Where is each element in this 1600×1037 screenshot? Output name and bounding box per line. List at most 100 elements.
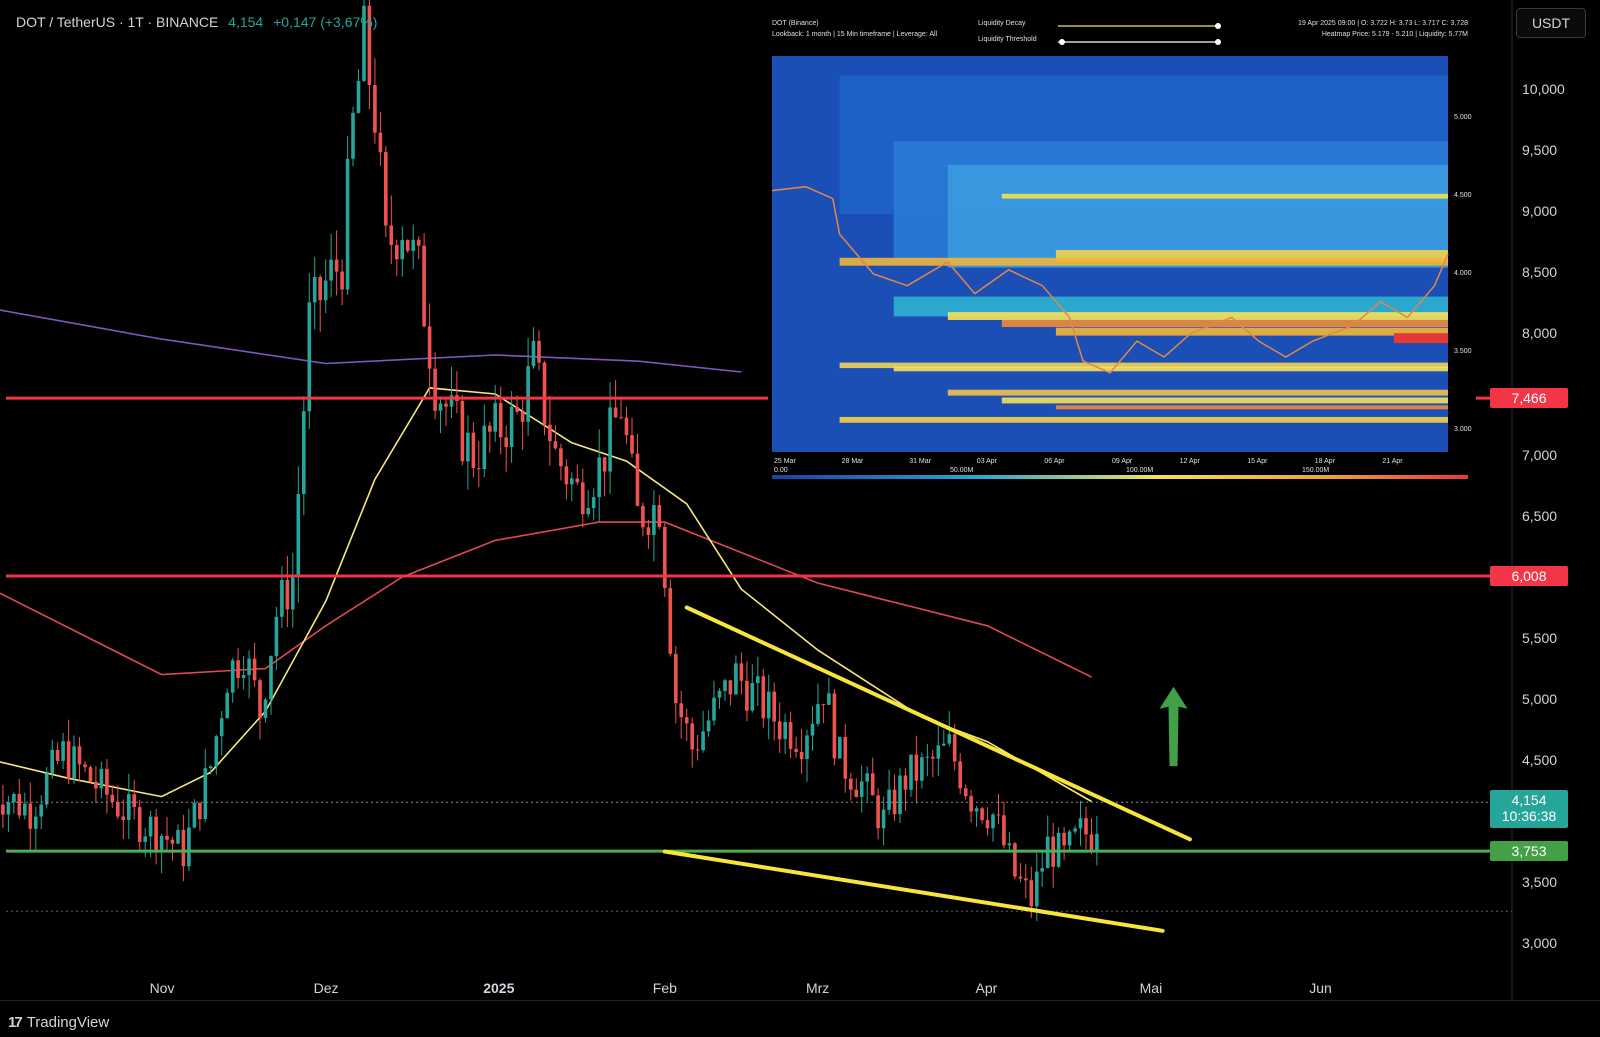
candle-body <box>761 676 766 719</box>
inset-price-label: 3.500 <box>1454 348 1472 355</box>
candle-body <box>1073 828 1077 832</box>
candle-body <box>1089 834 1094 851</box>
candle-body <box>958 761 962 789</box>
liquidity-band <box>1055 405 1448 410</box>
inset-time-label: 31 Mar <box>909 458 931 465</box>
inset-price-label: 3.000 <box>1454 426 1472 433</box>
candle-body <box>132 794 136 807</box>
candle-body <box>230 660 235 693</box>
slider-handle[interactable] <box>1215 39 1221 45</box>
candle-body <box>203 768 208 819</box>
price-tick-label: 4,500 <box>1522 752 1558 768</box>
candle-body <box>296 494 301 578</box>
candle-body <box>581 482 585 515</box>
candle-body <box>991 814 995 829</box>
candle-body <box>252 658 257 681</box>
price-tick-label: 9,500 <box>1522 142 1558 158</box>
candle-body <box>925 756 930 758</box>
price-tick-label: 10,000 <box>1522 81 1565 97</box>
candle-body <box>50 749 54 774</box>
candle-body <box>39 804 43 817</box>
time-tick-label: Dez <box>313 980 339 996</box>
liquidity-band <box>1001 397 1448 404</box>
candle-body <box>170 839 175 844</box>
slider-handle[interactable] <box>1059 39 1065 45</box>
candle-body <box>460 400 465 462</box>
candle-body <box>438 403 443 411</box>
candle-body <box>985 820 990 829</box>
candle-body <box>127 794 131 820</box>
candle-body <box>219 718 224 737</box>
candle-body <box>952 734 957 762</box>
last-price-header: 4,154 <box>228 14 264 30</box>
candle-body <box>931 756 935 759</box>
candle-body <box>619 417 623 419</box>
candle-body <box>1067 831 1072 846</box>
candle-body <box>739 663 744 681</box>
candle-body <box>865 773 869 782</box>
liquidity-band <box>1001 193 1448 199</box>
candle-body <box>936 745 941 759</box>
inset-time-label: 06 Apr <box>1044 458 1065 465</box>
candle-body <box>564 466 569 485</box>
candle-body <box>838 736 842 759</box>
candle-body <box>854 789 859 797</box>
price-level-tag: 7,466 <box>1490 388 1568 409</box>
candle-body <box>920 757 924 781</box>
candle-body <box>684 717 689 724</box>
time-tick-label: Jun <box>1309 980 1332 996</box>
price-level-tag: 6,008 <box>1490 566 1568 587</box>
candle-body <box>641 505 645 528</box>
liquidity-band <box>839 416 1448 423</box>
candle-body <box>548 424 552 442</box>
price-tick-label: 3,000 <box>1522 935 1558 951</box>
price-tick-label: 8,500 <box>1522 264 1558 280</box>
inset-time-label: 03 Apr <box>977 458 998 465</box>
candle-body <box>1062 832 1066 846</box>
candle-body <box>1018 876 1023 879</box>
candle-body <box>903 775 908 790</box>
candle-body <box>143 836 147 842</box>
candle-body <box>61 741 65 761</box>
candle-body <box>389 225 394 245</box>
candle-body <box>405 240 410 251</box>
candle-body <box>1035 871 1039 907</box>
inset-time-label: 12 Apr <box>1180 458 1201 465</box>
candle-body <box>466 432 470 462</box>
currency-button[interactable]: USDT <box>1516 8 1586 38</box>
candle-body <box>646 527 651 535</box>
footer-bar: 17 TradingView <box>0 1000 1600 1037</box>
slider-handle[interactable] <box>1215 23 1221 29</box>
candle-body <box>329 259 333 281</box>
candle-body <box>849 778 853 790</box>
candle-body <box>34 816 38 829</box>
symbol-header: DOT / TetherUS · 1T · BINANCE 4,154 +0,1… <box>16 14 377 30</box>
time-tick-label: Mrz <box>805 980 830 996</box>
candle-body <box>351 112 355 159</box>
candle-body <box>444 403 448 407</box>
candle-body <box>105 768 109 795</box>
last-price-value: 4,154 <box>1511 792 1547 809</box>
time-tick-label: 2025 <box>483 980 515 996</box>
candle-body <box>706 720 711 732</box>
candle-body <box>799 752 804 760</box>
candle-body <box>121 816 126 820</box>
price-change: +0,147 (+3,67%) <box>273 14 378 30</box>
candle-body <box>400 240 404 260</box>
candle-body <box>635 453 640 506</box>
heatmap-canvas: 25 Mar 28 Mar 31 Mar 03 Apr 06 Apr 09 Apr 12 A… <box>771 23 1472 479</box>
inset-time-label: 21 Apr <box>1382 458 1403 465</box>
candle-body <box>165 835 169 840</box>
candle-body <box>542 362 547 425</box>
candle-body <box>302 411 306 494</box>
inset-time-label: 25 Mar <box>774 458 796 465</box>
tradingview-logo[interactable]: 17 TradingView <box>8 1014 109 1031</box>
candle-body <box>312 277 317 303</box>
candle-body <box>72 746 76 779</box>
candle-body <box>559 448 563 467</box>
candle-body <box>1002 815 1006 846</box>
candle-body <box>12 793 16 803</box>
price-tick-label: 6,500 <box>1522 508 1558 524</box>
inset-price-label: 4.500 <box>1454 192 1472 199</box>
liquidity-band <box>839 257 1448 266</box>
